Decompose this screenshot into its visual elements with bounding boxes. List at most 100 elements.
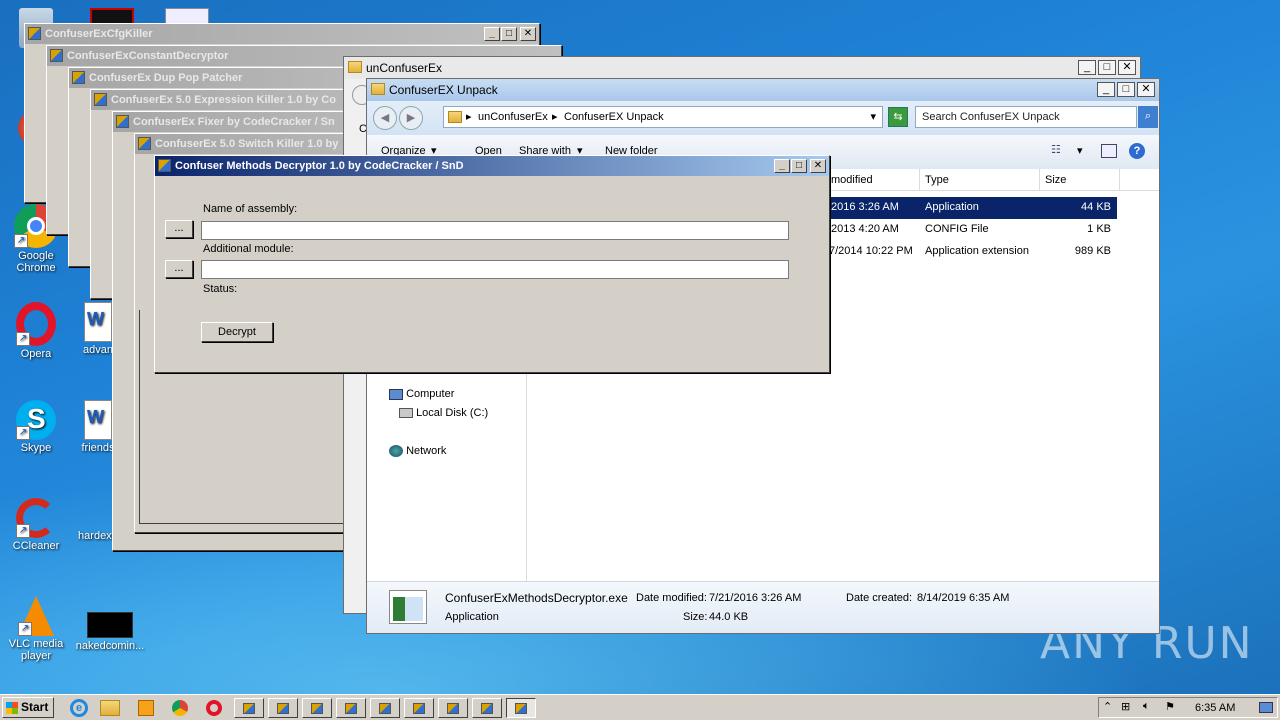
address-bar[interactable]: ▸ unConfuserEx ▸ ConfuserEX Unpack ▾ [443, 106, 883, 128]
help-icon[interactable]: ? [1129, 143, 1145, 159]
search-placeholder: Search ConfuserEX Unpack [922, 111, 1060, 123]
app-icon [72, 71, 85, 84]
minimize-button[interactable]: _ [1078, 60, 1096, 75]
opera-taskbar-icon[interactable] [206, 700, 222, 716]
column-header-modified[interactable]: modified [831, 174, 873, 186]
file-row[interactable]: 7/2014 10:22 PM Application extension 98… [807, 241, 1117, 263]
clock[interactable]: 6:35 AM [1195, 702, 1235, 714]
taskbar-window-button[interactable] [438, 698, 468, 718]
app-icon [379, 703, 391, 714]
window-title: ConfuserEx Fixer by CodeCracker / Sn [133, 116, 335, 128]
taskbar-window-button[interactable] [302, 698, 332, 718]
taskbar-window-button[interactable] [370, 698, 400, 718]
skype-icon: S ↗ [16, 400, 56, 440]
column-header-size[interactable]: Size [1045, 174, 1066, 186]
module-label: Additional module: [203, 243, 294, 255]
chevron-down-icon[interactable]: ▾ [1077, 144, 1083, 157]
breadcrumb-item[interactable]: ConfuserEX Unpack [564, 111, 664, 123]
word-document-icon: W [84, 302, 112, 342]
show-desktop-icon[interactable] [1259, 702, 1273, 713]
taskbar-window-button-active[interactable] [506, 698, 536, 718]
details-modified: 7/21/2016 3:26 AM [709, 592, 802, 604]
app-icon [138, 137, 151, 150]
taskbar-window-button[interactable] [268, 698, 298, 718]
folder-icon [448, 111, 462, 123]
nav-item-network[interactable]: Network [389, 445, 446, 458]
window-title: Confuser Methods Decryptor 1.0 by CodeCr… [175, 160, 464, 172]
app-icon [515, 703, 527, 714]
app-icon [50, 49, 63, 62]
column-headers: modified Type Size [827, 169, 1159, 191]
desktop-icon-nakedcomin[interactable]: nakedcomin... [74, 612, 146, 652]
close-button[interactable]: ✕ [1137, 82, 1155, 97]
window-title: ConfuserEX Unpack [389, 83, 498, 97]
nav-item-local-disk[interactable]: Local Disk (C:) [399, 407, 488, 419]
assembly-label: Name of assembly: [203, 203, 298, 215]
drive-icon [399, 408, 413, 419]
tray-expand-icon[interactable]: ⌃ [1103, 700, 1112, 713]
icon-label: VLC media player [8, 638, 64, 662]
window-titlebar[interactable]: ConfuserEX Unpack _ □ ✕ [367, 79, 1159, 101]
close-button[interactable]: ✕ [520, 27, 536, 41]
decrypt-button[interactable]: Decrypt [201, 322, 273, 342]
minimize-button[interactable]: _ [774, 159, 790, 173]
minimize-button[interactable]: _ [484, 27, 500, 41]
nav-label: Local Disk (C:) [416, 407, 489, 419]
taskbar-window-button[interactable] [336, 698, 366, 718]
file-size: 44 KB [1081, 201, 1111, 213]
desktop-icon-vlc[interactable]: ↗ VLC media player [0, 596, 72, 662]
file-size: 989 KB [1074, 245, 1111, 257]
maximize-button[interactable]: □ [1098, 60, 1116, 75]
taskbar-window-button[interactable] [472, 698, 502, 718]
column-header-type[interactable]: Type [925, 174, 949, 186]
window-title: ConfuserExCfgKiller [45, 28, 153, 40]
action-center-flag-icon[interactable]: ⚑ [1165, 700, 1175, 713]
chevron-down-icon[interactable]: ▾ [870, 110, 876, 123]
module-input[interactable] [201, 260, 789, 279]
nav-item-computer[interactable]: Computer [389, 388, 454, 400]
app-icon [158, 159, 171, 172]
window-titlebar[interactable]: ConfuserExCfgKiller _ □ ✕ [25, 24, 539, 44]
close-button[interactable]: ✕ [1118, 60, 1136, 75]
file-row[interactable]: 2013 4:20 AM CONFIG File 1 KB [827, 219, 1117, 241]
preview-pane-icon[interactable] [1101, 144, 1117, 158]
methods-decryptor-dialog[interactable]: Confuser Methods Decryptor 1.0 by CodeCr… [154, 155, 830, 373]
assembly-input[interactable] [201, 221, 789, 240]
app-icon [481, 703, 493, 714]
maximize-button[interactable]: □ [501, 27, 517, 41]
windows-logo-icon [6, 702, 18, 714]
ie-icon[interactable]: e [70, 699, 88, 717]
breadcrumb-item[interactable]: unConfuserEx [478, 111, 548, 123]
file-row[interactable]: 2016 3:26 AM Application 44 KB [827, 197, 1117, 219]
forward-button[interactable]: ▶ [399, 106, 423, 130]
maximize-button[interactable]: □ [1117, 82, 1135, 97]
details-filetype: Application [445, 611, 499, 623]
icon-label: CCleaner [12, 540, 60, 552]
window-titlebar[interactable]: Confuser Methods Decryptor 1.0 by CodeCr… [155, 156, 829, 176]
start-button[interactable]: Start [2, 697, 54, 718]
taskbar-window-button[interactable] [404, 698, 434, 718]
tray-network-icon[interactable]: ⊞ [1121, 700, 1130, 713]
view-options-icon[interactable]: ☷ [1051, 143, 1061, 156]
taskbar-window-button[interactable] [234, 698, 264, 718]
column-divider [1119, 169, 1120, 191]
minimize-button[interactable]: _ [1097, 82, 1115, 97]
window-title: unConfuserEx [366, 61, 443, 75]
app-icon [311, 703, 323, 714]
back-button[interactable]: ◀ [373, 106, 397, 130]
window-titlebar[interactable]: unConfuserEx _ □ ✕ [344, 57, 1140, 79]
details-label: Size: [683, 611, 708, 623]
volume-icon[interactable]: 🔈︎ [1143, 700, 1150, 713]
chrome-taskbar-icon[interactable] [172, 700, 188, 716]
explorer-icon[interactable] [100, 700, 120, 716]
media-player-icon[interactable] [138, 700, 154, 716]
search-input[interactable]: Search ConfuserEX Unpack [915, 106, 1137, 128]
browse-assembly-button[interactable]: ... [165, 220, 193, 238]
browse-module-button[interactable]: ... [165, 260, 193, 278]
refresh-button[interactable]: ⇆ [888, 107, 908, 127]
ccleaner-icon: ↗ [16, 498, 56, 538]
search-icon[interactable]: ⌕ [1138, 106, 1158, 128]
desktop-icon-ccleaner[interactable]: ↗ CCleaner [0, 498, 72, 552]
close-button[interactable]: ✕ [810, 159, 826, 173]
maximize-button[interactable]: □ [791, 159, 807, 173]
